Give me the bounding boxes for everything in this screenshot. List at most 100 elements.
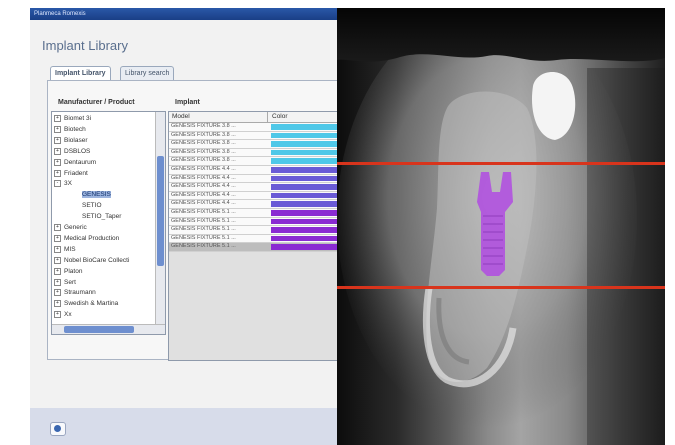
expand-icon[interactable]: + bbox=[54, 289, 61, 297]
expand-icon[interactable]: + bbox=[54, 224, 61, 231]
tree-item[interactable]: + MIS bbox=[54, 245, 76, 254]
table-row[interactable]: GENESIS FIXTURE 5.1 ... bbox=[169, 234, 338, 244]
manufacturer-tree[interactable]: + Biomet 3i + Biotech + Biolaser + DSBLOS + Denta… bbox=[51, 111, 166, 335]
tree-scroll-thumb[interactable] bbox=[157, 156, 164, 266]
tree-item-label: Swedish & Martina bbox=[64, 300, 119, 308]
table-row[interactable]: GENESIS FIXTURE 4.4 ... bbox=[169, 200, 338, 209]
expand-icon[interactable]: + bbox=[54, 311, 61, 319]
table-row[interactable]: GENESIS FIXTURE 4.4 ... bbox=[169, 183, 338, 192]
implant-model-cell: GENESIS FIXTURE 4.4 ... bbox=[171, 174, 236, 181]
color-swatch[interactable] bbox=[271, 124, 338, 130]
tree-item[interactable]: GENESIS bbox=[82, 191, 111, 199]
implant-model-cell: GENESIS FIXTURE 5.1 ... bbox=[171, 209, 236, 215]
xray-view[interactable] bbox=[337, 8, 665, 445]
tree-item-label: GENESIS bbox=[82, 191, 111, 199]
color-swatch[interactable] bbox=[271, 132, 338, 139]
tree-item[interactable]: + DSBLOS bbox=[54, 147, 90, 156]
tab-implant-library[interactable]: Implant Library bbox=[50, 66, 111, 81]
tree-item[interactable]: + Xx bbox=[54, 311, 72, 319]
tree-item[interactable]: + Nobel BioCare Collecti bbox=[54, 256, 130, 265]
color-swatch[interactable] bbox=[271, 244, 338, 250]
color-swatch[interactable] bbox=[271, 149, 338, 156]
table-row[interactable]: GENESIS FIXTURE 4.4 ... bbox=[169, 166, 338, 175]
tree-item-label: Friadent bbox=[64, 169, 88, 177]
color-swatch[interactable] bbox=[271, 158, 338, 164]
table-row[interactable]: GENESIS FIXTURE 5.1 ... bbox=[169, 217, 338, 227]
tree-item[interactable]: + Platon bbox=[54, 267, 83, 276]
color-swatch[interactable] bbox=[271, 175, 338, 182]
table-row[interactable]: GENESIS FIXTURE 3.8 ... bbox=[169, 157, 338, 166]
collapse-icon[interactable]: - bbox=[54, 180, 61, 188]
soft-tissue-shadow bbox=[587, 68, 665, 445]
library-panel: Manufacturer / Product Implant + Biomet 3… bbox=[47, 80, 338, 361]
expand-icon[interactable]: + bbox=[54, 256, 61, 264]
tree-item[interactable]: + Sert bbox=[54, 278, 76, 287]
table-row[interactable]: GENESIS FIXTURE 4.4 ... bbox=[169, 174, 338, 184]
table-row[interactable]: GENESIS FIXTURE 3.8 ... bbox=[169, 131, 338, 141]
expand-icon[interactable]: + bbox=[54, 267, 61, 275]
tab-library-search[interactable]: Library search bbox=[120, 66, 175, 81]
bottom-guide-line[interactable] bbox=[337, 286, 665, 289]
tree-item-label: Medical Production bbox=[64, 235, 120, 243]
tree-item[interactable]: SETIO bbox=[82, 202, 102, 210]
table-row[interactable]: GENESIS FIXTURE 4.4 ... bbox=[169, 191, 338, 201]
tree-item-label: Generic bbox=[64, 224, 87, 232]
tree-item[interactable]: + Straumann bbox=[54, 289, 96, 297]
tree-item[interactable]: + Medical Production bbox=[54, 234, 120, 243]
tree-item[interactable]: + Biomet 3i bbox=[54, 115, 91, 123]
tree-horizontal-thumb[interactable] bbox=[64, 326, 134, 333]
help-button[interactable] bbox=[50, 422, 66, 436]
tree-item-label: Platon bbox=[64, 267, 83, 275]
table-row[interactable]: GENESIS FIXTURE 3.8 ... bbox=[169, 140, 338, 149]
manufacturer-column-heading: Manufacturer / Product bbox=[58, 99, 135, 106]
color-swatch[interactable] bbox=[271, 184, 338, 190]
expand-icon[interactable]: + bbox=[54, 234, 61, 242]
expand-icon[interactable]: + bbox=[54, 278, 61, 286]
tree-vertical-scrollbar[interactable] bbox=[155, 112, 165, 334]
table-row[interactable]: GENESIS FIXTURE 5.1 ... bbox=[169, 226, 338, 235]
color-swatch[interactable] bbox=[271, 201, 338, 207]
tree-item[interactable]: + Swedish & Martina bbox=[54, 300, 118, 308]
expand-icon[interactable]: + bbox=[54, 125, 61, 133]
implant-model-cell: GENESIS FIXTURE 3.8 ... bbox=[171, 123, 236, 129]
tree-item[interactable]: + Dentaurum bbox=[54, 158, 96, 167]
table-row[interactable]: GENESIS FIXTURE 3.8 ... bbox=[169, 148, 338, 158]
color-swatch[interactable] bbox=[271, 192, 338, 199]
implant-model-cell: GENESIS FIXTURE 5.1 ... bbox=[171, 243, 236, 250]
window-title-bar: Planmeca Romexis bbox=[30, 8, 338, 20]
tree-item[interactable]: + Biolaser bbox=[54, 136, 87, 145]
top-guide-line[interactable] bbox=[337, 162, 665, 165]
tree-item[interactable]: + Biotech bbox=[54, 125, 86, 134]
help-icon bbox=[54, 425, 61, 432]
color-column-header[interactable]: Color bbox=[267, 112, 288, 122]
color-swatch[interactable] bbox=[271, 218, 338, 225]
expand-icon[interactable]: + bbox=[54, 136, 61, 144]
expand-icon[interactable]: + bbox=[54, 147, 61, 155]
expand-icon[interactable]: + bbox=[54, 245, 61, 253]
color-swatch[interactable] bbox=[271, 235, 338, 242]
top-dark-region bbox=[337, 8, 665, 62]
color-swatch[interactable] bbox=[271, 141, 338, 147]
color-swatch[interactable] bbox=[271, 227, 338, 233]
expand-icon[interactable]: + bbox=[54, 115, 61, 122]
color-swatch[interactable] bbox=[271, 167, 338, 173]
tree-item-label: Nobel BioCare Collecti bbox=[64, 256, 130, 264]
tree-item[interactable]: + Friadent bbox=[54, 169, 88, 178]
tree-horizontal-scrollbar[interactable] bbox=[52, 324, 165, 334]
color-swatch[interactable] bbox=[271, 210, 338, 216]
table-row[interactable]: GENESIS FIXTURE 3.8 ... bbox=[169, 123, 338, 132]
implant-table: Model Color GENESIS FIXTURE 3.8 ... GENES… bbox=[168, 111, 338, 361]
implant-model-cell: GENESIS FIXTURE 4.4 ... bbox=[171, 166, 236, 172]
model-column-header[interactable]: Model bbox=[172, 112, 190, 122]
tree-item[interactable]: -3X bbox=[54, 180, 72, 188]
tree-item-label: Biomet 3i bbox=[64, 115, 92, 123]
xray-image bbox=[337, 8, 665, 445]
tree-item-label: SETIO_Taper bbox=[82, 213, 122, 221]
table-row[interactable]: GENESIS FIXTURE 5.1 ... bbox=[169, 243, 338, 252]
expand-icon[interactable]: + bbox=[54, 169, 61, 177]
table-row[interactable]: GENESIS FIXTURE 5.1 ... bbox=[169, 209, 338, 218]
tree-item[interactable]: + Generic bbox=[54, 224, 87, 232]
tree-item[interactable]: SETIO_Taper bbox=[82, 213, 121, 221]
expand-icon[interactable]: + bbox=[54, 158, 61, 166]
expand-icon[interactable]: + bbox=[54, 300, 61, 308]
